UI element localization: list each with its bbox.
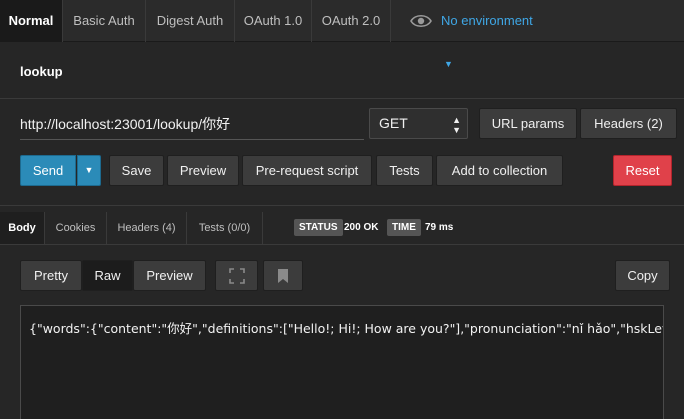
add-to-collection-button[interactable]: Add to collection: [436, 155, 563, 186]
environment-label: No environment: [441, 13, 533, 28]
response-body[interactable]: {"words":{"content":"你好","definitions":[…: [20, 305, 664, 419]
tab-oauth2[interactable]: OAuth 2.0: [312, 0, 391, 42]
bookmark-button[interactable]: [263, 260, 303, 291]
tab-headers[interactable]: Headers (4): [107, 212, 187, 244]
section-divider: [0, 244, 684, 245]
caret-down-icon: ▼: [444, 59, 453, 69]
method-select[interactable]: GET ▲ ▼: [369, 108, 468, 139]
tab-tests[interactable]: Tests (0/0): [187, 212, 263, 244]
environment-selector[interactable]: No environment ▼: [441, 0, 541, 69]
tab-cookies[interactable]: Cookies: [45, 212, 107, 244]
status-value: 200 OK: [344, 222, 379, 233]
tab-body[interactable]: Body: [0, 212, 45, 244]
copy-button[interactable]: Copy: [615, 260, 670, 291]
expand-button[interactable]: [215, 260, 258, 291]
bookmark-icon: [278, 269, 288, 283]
tab-oauth1[interactable]: OAuth 1.0: [235, 0, 312, 42]
section-divider: [0, 205, 684, 206]
save-button[interactable]: Save: [109, 155, 164, 186]
tests-button[interactable]: Tests: [376, 155, 433, 186]
request-name: lookup: [20, 64, 63, 79]
reset-button[interactable]: Reset: [613, 155, 672, 186]
eye-icon[interactable]: [410, 12, 432, 30]
expand-icon: [228, 268, 245, 284]
pretty-button[interactable]: Pretty: [20, 260, 82, 291]
preview-button[interactable]: Preview: [167, 155, 239, 186]
url-params-button[interactable]: URL params: [479, 108, 577, 139]
headers-button[interactable]: Headers (2): [580, 108, 677, 139]
tab-digest-auth[interactable]: Digest Auth: [146, 0, 235, 42]
send-dropdown-button[interactable]: ▼: [77, 155, 101, 186]
time-value: 79 ms: [425, 222, 454, 233]
tab-basic-auth[interactable]: Basic Auth: [63, 0, 146, 42]
time-badge: TIME: [387, 219, 421, 236]
raw-button[interactable]: Raw: [82, 260, 133, 291]
tab-normal[interactable]: Normal: [0, 0, 63, 42]
method-value: GET: [379, 115, 408, 131]
caret-down-icon: ▼: [84, 165, 94, 175]
url-input[interactable]: http://localhost:23001/lookup/你好: [20, 108, 364, 140]
section-divider: [0, 98, 684, 99]
prerequest-script-button[interactable]: Pre-request script: [242, 155, 372, 186]
response-preview-button[interactable]: Preview: [133, 260, 206, 291]
send-button[interactable]: Send: [20, 155, 76, 186]
updown-caret-icon: ▲ ▼: [452, 115, 461, 135]
status-badge: STATUS: [294, 219, 343, 236]
